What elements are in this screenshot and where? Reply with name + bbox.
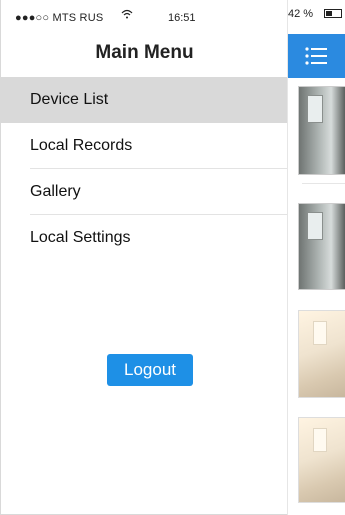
battery-percentage: 42 %: [288, 8, 314, 20]
camera-thumbnail[interactable]: [298, 86, 345, 175]
menu-list: Device List Local Records Gallery Local …: [1, 77, 288, 261]
divider: [302, 183, 345, 184]
camera-thumbnail[interactable]: [298, 203, 345, 290]
device-list-panel: 42 %: [287, 0, 345, 515]
camera-thumbnail[interactable]: [298, 417, 345, 503]
menu-item-label: Device List: [30, 91, 109, 108]
page-title: Main Menu: [95, 42, 194, 63]
menu-item-device-list[interactable]: Device List: [1, 77, 288, 123]
carrier-label: ●●●○○ MTS RUS: [15, 12, 104, 24]
wifi-icon: [121, 9, 133, 19]
menu-item-gallery[interactable]: Gallery: [1, 169, 288, 215]
camera-thumbnail[interactable]: [298, 310, 345, 398]
top-navigation-bar: [288, 34, 345, 78]
main-menu-drawer: ●●●○○ MTS RUS 16:51 Main Menu Device Lis…: [0, 0, 288, 515]
status-bar: ●●●○○ MTS RUS 16:51: [1, 0, 288, 28]
list-icon[interactable]: [305, 46, 327, 66]
menu-item-label: Local Records: [30, 137, 133, 154]
battery-icon: [324, 9, 342, 18]
menu-item-local-settings[interactable]: Local Settings: [1, 215, 288, 261]
menu-item-label: Local Settings: [30, 229, 131, 246]
clock: 16:51: [168, 12, 196, 24]
logout-button[interactable]: Logout: [107, 354, 193, 386]
menu-item-label: Gallery: [30, 183, 81, 200]
menu-item-local-records[interactable]: Local Records: [1, 123, 288, 169]
